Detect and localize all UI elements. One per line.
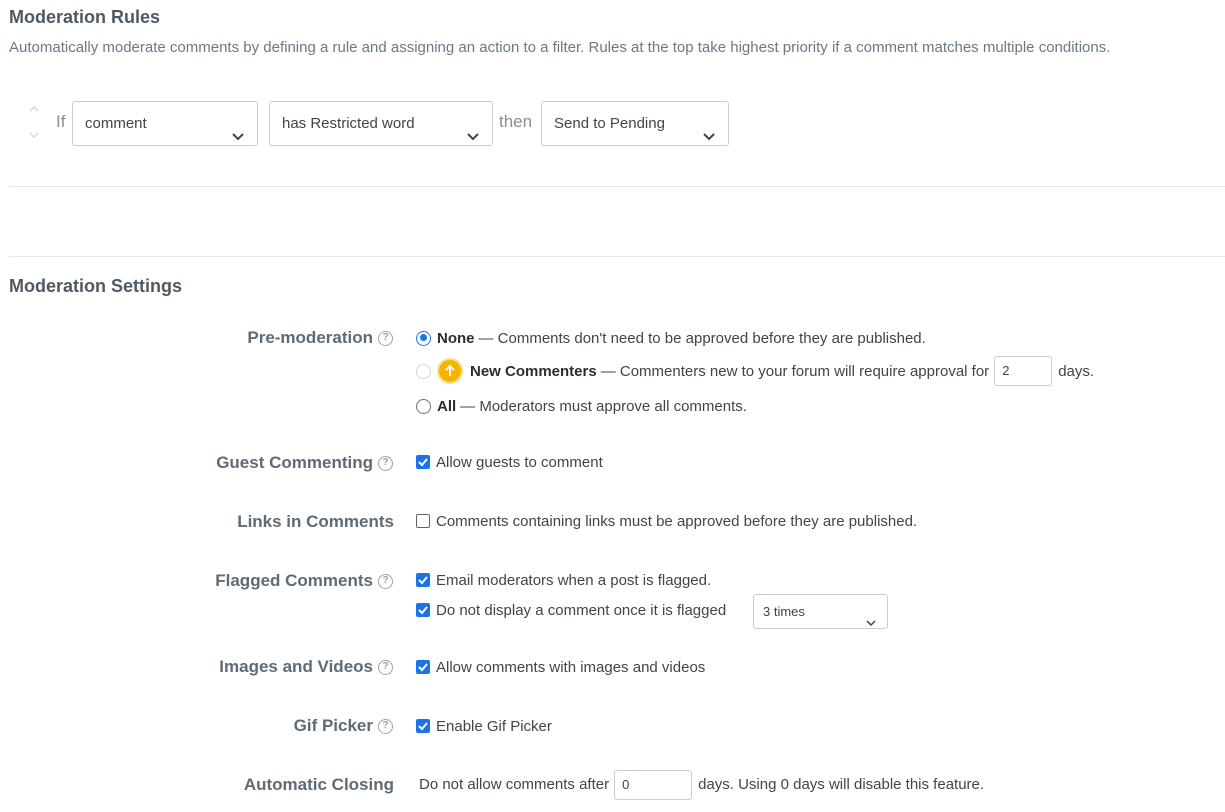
links-in-comments-label-text: Links in Comments [237,512,394,531]
flagged-comments-label-text: Flagged Comments [215,571,373,590]
premoderation-label: Pre-moderation ? [247,326,393,350]
gif-picker-option[interactable]: Enable Gif Picker [416,715,552,737]
help-icon[interactable]: ? [378,573,393,589]
chevron-down-icon [866,607,876,627]
help-icon[interactable]: ? [378,718,393,734]
option-text: Do not display a comment once it is flag… [436,601,727,619]
new-commenter-days-input[interactable]: 2 [994,356,1053,386]
option-text: — Moderators must approve all comments. [460,397,747,415]
checkbox[interactable] [416,660,430,674]
links-in-comments-label: Links in Comments [237,510,394,534]
gif-picker-label-text: Gif Picker [293,716,373,735]
option-title: None [437,329,475,347]
arrow-up-circle-icon[interactable] [437,358,463,384]
moderation-rules-description: Automatically moderate comments by defin… [9,39,1111,56]
divider [9,256,1225,257]
automatic-closing-label: Automatic Closing [244,773,394,797]
option-text: Enable Gif Picker [436,717,552,735]
links-in-comments-option[interactable]: Comments containing links must be approv… [416,510,917,532]
rule-field-select[interactable]: comment [72,101,258,146]
then-label: then [499,112,533,131]
rule-condition-select[interactable]: has Restricted word [269,101,493,146]
chevron-down-icon [231,117,245,141]
option-text: Email moderators when a post is flagged. [436,571,712,589]
option-text: Allow guests to comment [436,453,603,471]
radio-button [416,363,431,379]
moderation-rule: If comment has Restricted word then Send… [26,101,746,146]
flagged-email-option[interactable]: Email moderators when a post is flagged. [416,569,711,591]
help-icon[interactable]: ? [378,659,393,675]
chevron-down-icon [702,117,716,141]
closing-suffix: days. Using 0 days will disable this fea… [698,776,985,793]
rule-action-value: Send to Pending [554,115,665,132]
flagged-hide-option[interactable]: Do not display a comment once it is flag… [416,599,726,621]
moderation-rules-title: Moderation Rules [9,7,161,27]
closing-days-input[interactable]: 0 [614,769,693,800]
chevron-down-icon [466,117,480,141]
premoderation-all-option[interactable]: All — Moderators must approve all commen… [416,395,747,417]
images-videos-option[interactable]: Allow comments with images and videos [416,656,705,678]
automatic-closing-option: Do not allow comments after 0 days. Usin… [419,769,984,800]
guest-commenting-label: Guest Commenting ? [216,451,393,475]
days-suffix: days. [1058,362,1095,380]
rule-field-value: comment [85,115,147,132]
radio-button[interactable] [416,398,431,414]
moderation-settings-title: Moderation Settings [9,276,183,296]
gif-picker-label: Gif Picker ? [294,714,393,738]
guest-commenting-option[interactable]: Allow guests to comment [416,451,603,473]
move-up-icon[interactable] [28,103,40,115]
checkbox[interactable] [416,573,430,587]
checkbox[interactable] [416,455,430,469]
move-down-icon[interactable] [28,129,40,141]
premoderation-label-text: Pre-moderation [247,328,373,347]
images-videos-label-text: Images and Videos [219,657,373,676]
checkbox[interactable] [416,514,430,528]
images-videos-label: Images and Videos ? [219,655,393,679]
help-icon[interactable]: ? [378,455,393,471]
flag-threshold-select[interactable]: 3 times [753,594,888,629]
option-text: — Comments don't need to be approved bef… [478,329,926,347]
rule-action-select[interactable]: Send to Pending [541,101,729,146]
help-icon[interactable]: ? [378,330,393,346]
option-title: All [437,397,457,415]
checkbox[interactable] [416,719,430,733]
divider [9,186,1225,187]
option-text: — Commenters new to your forum will requ… [600,362,990,380]
automatic-closing-label-text: Automatic Closing [243,775,394,794]
radio-button[interactable] [416,330,431,346]
checkbox[interactable] [416,603,430,617]
reorder-controls [26,101,44,146]
guest-commenting-label-text: Guest Commenting [216,453,373,472]
if-label: If [56,112,66,131]
option-title: New Commenters [470,362,597,380]
premoderation-none-option[interactable]: None — Comments don't need to be approve… [416,327,926,349]
flagged-comments-label: Flagged Comments ? [215,569,393,593]
option-text: Allow comments with images and videos [436,658,706,676]
closing-prefix: Do not allow comments after [419,776,610,793]
flag-threshold-value: 3 times [763,604,805,619]
rule-condition-value: has Restricted word [282,115,415,132]
premoderation-new-commenters-option[interactable]: New Commenters — Commenters new to your … [416,356,1094,386]
option-text: Comments containing links must be approv… [436,512,918,530]
